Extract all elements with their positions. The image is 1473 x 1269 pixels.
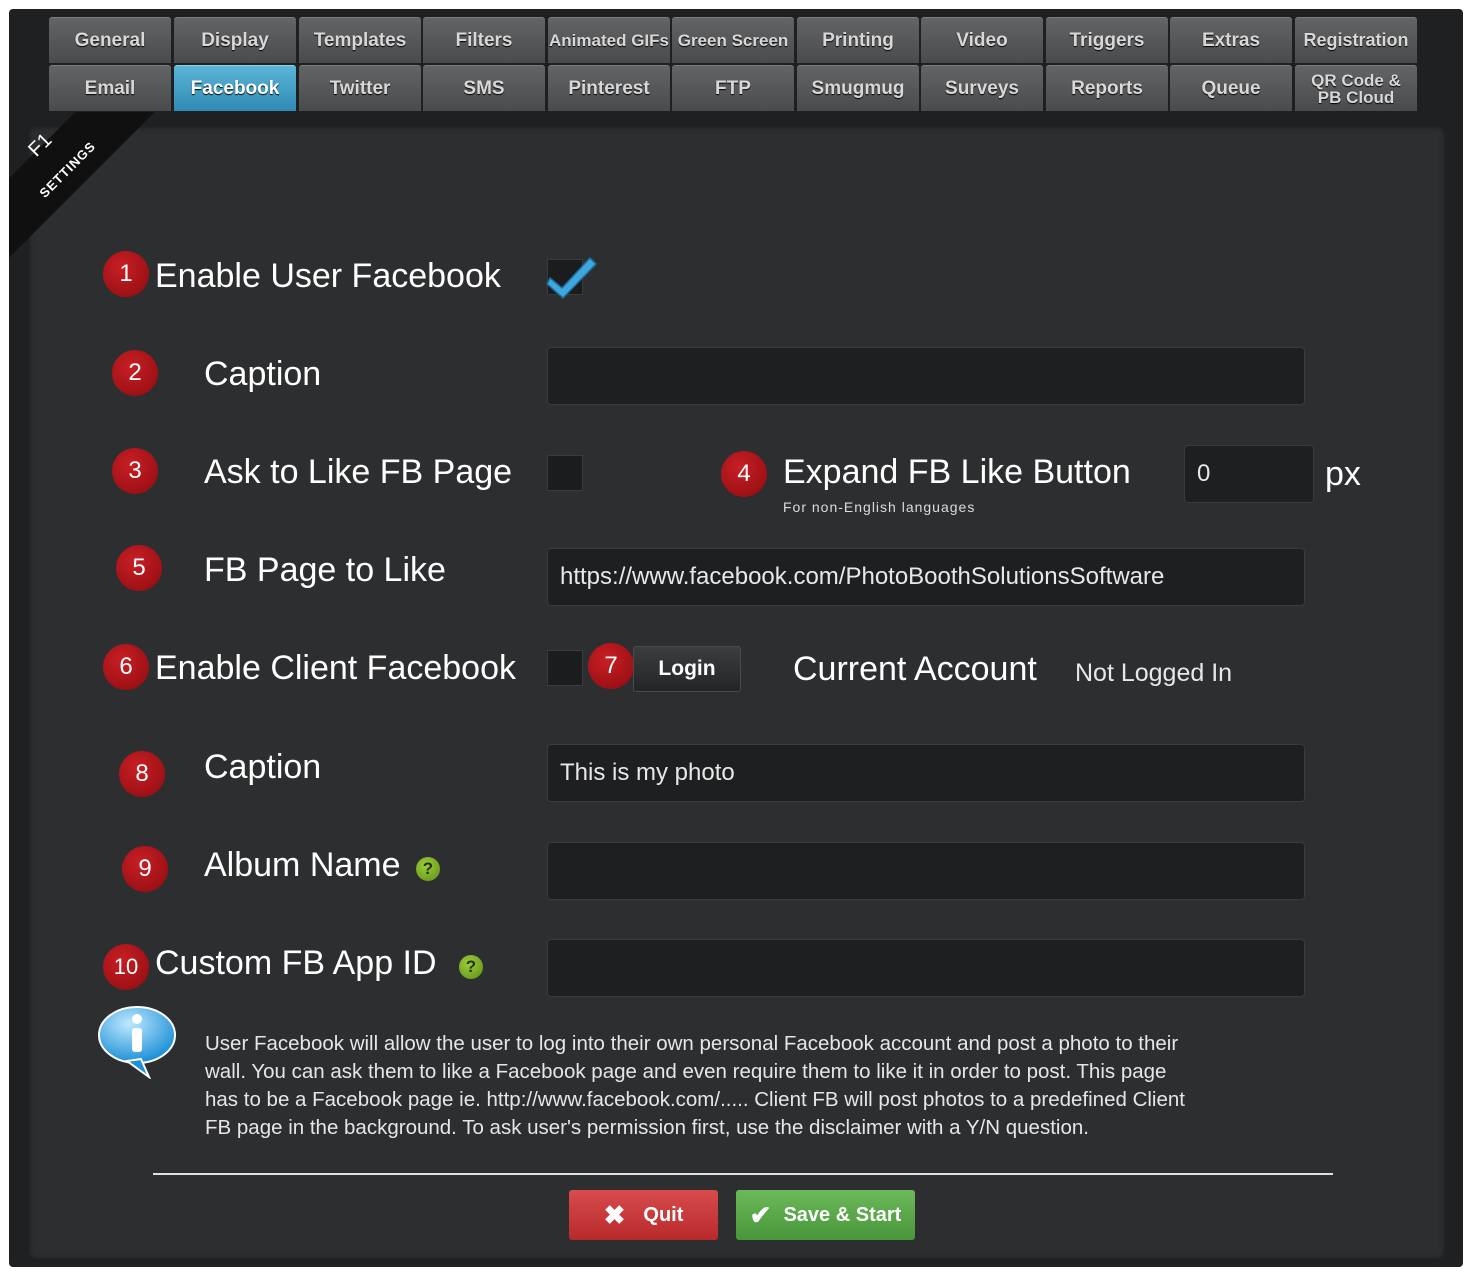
tab-filters[interactable]: Filters xyxy=(423,17,545,63)
settings-window: General Display Templates Filters Animat… xyxy=(9,9,1463,1267)
info-line: User Facebook will allow the user to log… xyxy=(205,1032,1179,1055)
tab-printing[interactable]: Printing xyxy=(797,17,919,63)
tab-ftp[interactable]: FTP xyxy=(672,65,794,111)
tab-facebook[interactable]: Facebook xyxy=(174,65,296,111)
help-icon[interactable]: ? xyxy=(416,857,440,881)
expand-like-unit: px xyxy=(1325,455,1361,493)
current-account-label: Current Account xyxy=(793,650,1037,688)
badge-10: 10 xyxy=(103,944,149,990)
client-caption-label: Caption xyxy=(204,748,322,786)
fb-page-label: FB Page to Like xyxy=(204,551,446,589)
badge-6: 6 xyxy=(103,644,149,690)
enable-user-facebook-label: Enable User Facebook xyxy=(155,257,501,295)
tab-animated-gifs[interactable]: Animated GIFs xyxy=(548,17,670,63)
ribbon-band xyxy=(9,112,169,263)
help-icon[interactable]: ? xyxy=(459,955,483,979)
tab-green-screen[interactable]: Green Screen xyxy=(672,17,794,63)
tab-smugmug[interactable]: Smugmug xyxy=(797,65,919,111)
tab-triggers[interactable]: Triggers xyxy=(1046,17,1168,63)
enable-client-facebook-checkbox[interactable] xyxy=(547,650,583,686)
client-caption-input[interactable]: This is my photo xyxy=(547,744,1305,802)
fb-page-input[interactable]: https://www.facebook.com/PhotoBoothSolut… xyxy=(547,548,1305,606)
badge-3: 3 xyxy=(112,448,158,494)
info-icon xyxy=(98,1006,176,1079)
tab-extras[interactable]: Extras xyxy=(1170,17,1292,63)
checkmark-icon: ✔ xyxy=(749,1199,772,1230)
enable-client-facebook-label: Enable Client Facebook xyxy=(155,649,517,687)
info-line: wall. You can ask them to like a Faceboo… xyxy=(205,1060,1167,1083)
badge-9: 9 xyxy=(122,846,168,892)
settings-ribbon: F1 SETTINGS xyxy=(9,112,169,272)
caption-input[interactable] xyxy=(547,347,1305,405)
login-button[interactable]: Login xyxy=(633,646,741,692)
current-account-value: Not Logged In xyxy=(1075,659,1233,687)
tab-email[interactable]: Email xyxy=(49,65,171,111)
badge-7: 7 xyxy=(588,643,634,689)
tab-video[interactable]: Video xyxy=(921,17,1043,63)
custom-app-id-label: Custom FB App ID xyxy=(155,944,437,982)
expand-like-label: Expand FB Like Button xyxy=(783,453,1131,491)
tab-sms[interactable]: SMS xyxy=(423,65,545,111)
badge-1: 1 xyxy=(103,251,149,297)
expand-like-input[interactable]: 0 xyxy=(1184,445,1314,503)
ask-to-like-checkbox[interactable] xyxy=(547,455,583,491)
badge-2: 2 xyxy=(112,350,158,396)
checkmark-icon xyxy=(546,256,598,300)
enable-user-facebook-checkbox[interactable] xyxy=(546,256,598,300)
badge-8: 8 xyxy=(119,751,165,797)
divider xyxy=(153,1173,1333,1175)
info-text: User Facebook will allow the user to log… xyxy=(205,1030,1185,1142)
close-icon: ✖ xyxy=(603,1199,626,1230)
tab-queue[interactable]: Queue xyxy=(1170,65,1292,111)
save-start-label: Save & Start xyxy=(783,1203,902,1226)
quit-label: Quit xyxy=(643,1203,684,1226)
tab-pinterest[interactable]: Pinterest xyxy=(548,65,670,111)
tab-templates[interactable]: Templates xyxy=(299,17,421,63)
tab-qr-code-pb-cloud[interactable]: QR Code & PB Cloud xyxy=(1295,65,1417,111)
ask-to-like-label: Ask to Like FB Page xyxy=(204,453,513,491)
expand-like-sublabel: For non-English languages xyxy=(783,499,976,515)
custom-app-id-input[interactable] xyxy=(547,939,1305,997)
tab-registration[interactable]: Registration xyxy=(1295,17,1417,63)
tab-reports[interactable]: Reports xyxy=(1046,65,1168,111)
badge-4: 4 xyxy=(721,451,767,497)
caption-label: Caption xyxy=(204,355,322,393)
info-line: FB page in the background. To ask user's… xyxy=(205,1116,1089,1139)
info-line: has to be a Facebook page ie. http://www… xyxy=(205,1088,1185,1111)
tab-display[interactable]: Display xyxy=(174,17,296,63)
badge-5: 5 xyxy=(116,545,162,591)
save-start-button[interactable]: ✔ Save & Start xyxy=(736,1190,915,1240)
tab-twitter[interactable]: Twitter xyxy=(299,65,421,111)
tab-surveys[interactable]: Surveys xyxy=(921,65,1043,111)
album-name-input[interactable] xyxy=(547,842,1305,900)
tab-general[interactable]: General xyxy=(49,17,171,63)
quit-button[interactable]: ✖ Quit xyxy=(569,1190,718,1240)
album-name-label: Album Name xyxy=(204,846,401,884)
